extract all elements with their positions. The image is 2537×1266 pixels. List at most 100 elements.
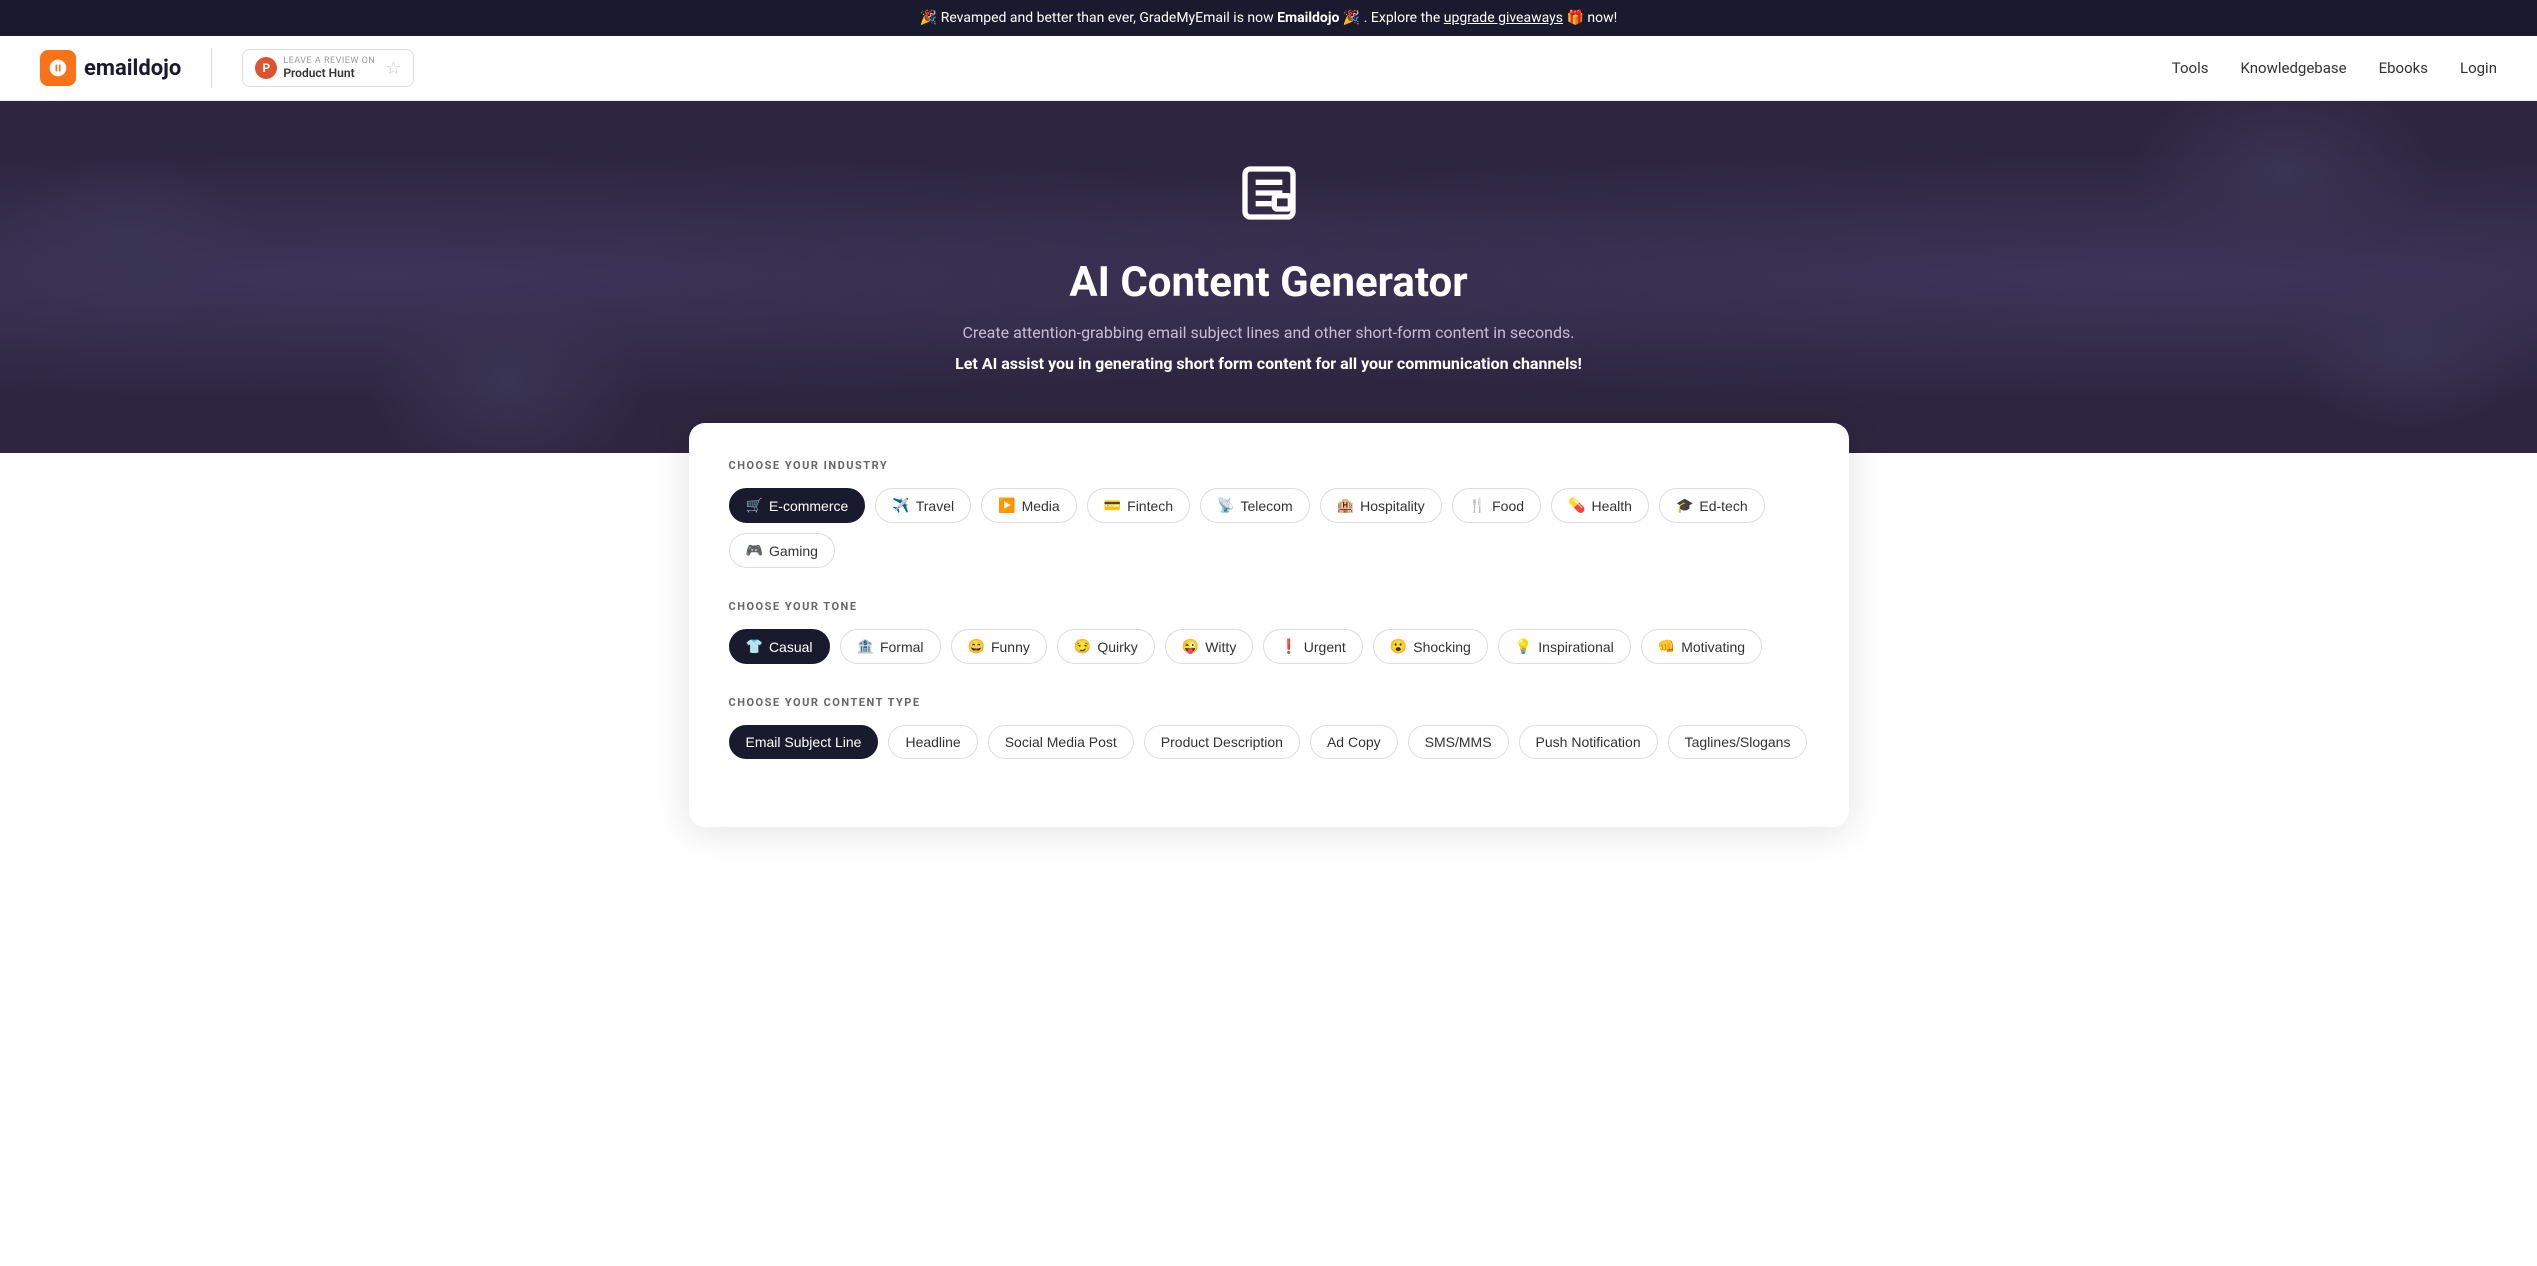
content-type-pills: Email Subject Line Headline Social Media P…: [729, 725, 1809, 759]
header-divider: [211, 48, 212, 88]
tone-pill-funny[interactable]: 😄 Funny: [951, 629, 1047, 664]
hero-section: AI Content Generator Create attention-gr…: [0, 101, 2537, 453]
nav-tools[interactable]: Tools: [2172, 59, 2209, 77]
tone-pill-formal[interactable]: 🏦 Formal: [840, 629, 941, 664]
industry-pill-edtech[interactable]: 🎓 Ed-tech: [1659, 488, 1765, 523]
pill-label-gaming: Gaming: [769, 543, 818, 559]
logo-icon: [40, 50, 76, 86]
pill-icon-formal: 🏦: [857, 638, 874, 655]
pill-label-health: Health: [1591, 498, 1631, 514]
pill-label-funny: Funny: [991, 639, 1030, 655]
pill-icon-inspirational: 💡: [1515, 638, 1532, 655]
pill-icon-food: 🍴: [1469, 497, 1486, 514]
announcement-bar: 🎉 Revamped and better than ever, GradeMy…: [0, 0, 2537, 36]
pill-icon-telecom: 📡: [1217, 497, 1234, 514]
pill-label-witty: Witty: [1205, 639, 1236, 655]
nav-login[interactable]: Login: [2460, 59, 2497, 77]
announcement-text: 🎉 Revamped and better than ever, GradeMy…: [920, 10, 1617, 26]
pill-label-headline: Headline: [905, 734, 960, 750]
industry-pill-health[interactable]: 💊 Health: [1551, 488, 1649, 523]
pill-icon-media: ▶️: [998, 497, 1015, 514]
pill-icon-health: 💊: [1568, 497, 1585, 514]
content-type-pill-headline[interactable]: Headline: [888, 725, 977, 759]
industry-pill-telecom[interactable]: 📡 Telecom: [1200, 488, 1310, 523]
nav-ebooks[interactable]: Ebooks: [2379, 59, 2428, 77]
logo-text: emaildojo: [84, 56, 181, 81]
pill-label-ecommerce: E-commerce: [769, 498, 848, 514]
pill-label-telecom: Telecom: [1241, 498, 1293, 514]
pill-icon-motivating: 👊: [1658, 638, 1675, 655]
main-card: CHOOSE YOUR INDUSTRY 🛒E-commerce✈️Travel…: [689, 423, 1849, 827]
industry-pill-gaming[interactable]: 🎮 Gaming: [729, 533, 835, 568]
industry-pill-media[interactable]: ▶️ Media: [981, 488, 1077, 523]
content-type-pill-ad_copy[interactable]: Ad Copy: [1310, 725, 1398, 759]
pill-label-product_desc: Product Description: [1161, 734, 1283, 750]
industry-pill-hospitality[interactable]: 🏨Hospitality: [1320, 488, 1442, 523]
pill-label-shocking: Shocking: [1413, 639, 1471, 655]
pill-label-media: Media: [1022, 498, 1060, 514]
pill-label-edtech: Ed-tech: [1699, 498, 1747, 514]
pill-label-sms: SMS/MMS: [1425, 734, 1492, 750]
pill-icon-witty: 😜: [1182, 638, 1199, 655]
industry-pill-ecommerce[interactable]: 🛒 E-commerce: [729, 488, 866, 523]
industry-pill-travel[interactable]: ✈️Travel: [875, 488, 971, 523]
pill-label-social_media: Social Media Post: [1005, 734, 1117, 750]
content-type-pill-sms[interactable]: SMS/MMS: [1408, 725, 1509, 759]
content-type-pill-taglines[interactable]: Taglines/Slogans: [1668, 725, 1808, 759]
pill-icon-shocking: 😮: [1390, 638, 1407, 655]
pill-icon-urgent: ❗: [1280, 638, 1297, 655]
industry-pills: 🛒 E-commerce ✈️Travel ▶️ Media 💳 Fintech 📡 Telec…: [729, 488, 1809, 568]
pill-label-email_subject: Email Subject Line: [746, 734, 862, 750]
pill-label-formal: Formal: [880, 639, 924, 655]
content-type-pill-email_subject[interactable]: Email Subject Line: [729, 725, 879, 759]
content-type-section: CHOOSE YOUR CONTENT TYPE Email Subject L…: [729, 696, 1809, 759]
logo-area: emaildojo: [40, 50, 181, 86]
content-type-pill-push_notif[interactable]: Push Notification: [1519, 725, 1658, 759]
content-type-label: CHOOSE YOUR CONTENT TYPE: [729, 696, 1809, 709]
tone-pill-quirky[interactable]: 😏 Quirky: [1057, 629, 1155, 664]
pill-icon-casual: 👕: [746, 638, 763, 655]
pill-label-casual: Casual: [769, 639, 813, 655]
tone-pill-witty[interactable]: 😜 Witty: [1165, 629, 1254, 664]
hero-subtitle: Create attention-grabbing email subject …: [20, 323, 2517, 342]
pill-label-motivating: Motivating: [1681, 639, 1745, 655]
pill-icon-quirky: 😏: [1074, 638, 1091, 655]
pill-label-ad_copy: Ad Copy: [1327, 734, 1381, 750]
nav-knowledgebase[interactable]: Knowledgebase: [2241, 59, 2347, 77]
pill-icon-gaming: 🎮: [746, 542, 763, 559]
pill-label-push_notif: Push Notification: [1536, 734, 1641, 750]
industry-pill-food[interactable]: 🍴 Food: [1452, 488, 1541, 523]
pill-icon-funny: 😄: [968, 638, 985, 655]
star-icon: ☆: [385, 58, 401, 79]
product-hunt-text: LEAVE A REVIEW ON Product Hunt: [283, 56, 375, 80]
industry-pill-fintech[interactable]: 💳 Fintech: [1087, 488, 1190, 523]
pill-icon-edtech: 🎓: [1676, 497, 1693, 514]
tone-label: CHOOSE YOUR TONE: [729, 600, 1809, 613]
pill-label-taglines: Taglines/Slogans: [1685, 734, 1791, 750]
content-type-pill-social_media[interactable]: Social Media Post: [988, 725, 1134, 759]
pill-label-fintech: Fintech: [1127, 498, 1173, 514]
pill-icon-travel: ✈️: [892, 497, 909, 514]
content-type-pill-product_desc[interactable]: Product Description: [1144, 725, 1300, 759]
pill-icon-ecommerce: 🛒: [746, 497, 763, 514]
header: emaildojo P LEAVE A REVIEW ON Product Hu…: [0, 36, 2537, 101]
pill-label-quirky: Quirky: [1097, 639, 1137, 655]
tone-pill-inspirational[interactable]: 💡 Inspirational: [1498, 629, 1631, 664]
tone-pill-urgent[interactable]: ❗ Urgent: [1263, 629, 1362, 664]
pill-label-inspirational: Inspirational: [1538, 639, 1614, 655]
hero-icon: [20, 161, 2517, 238]
pill-label-hospitality: Hospitality: [1360, 498, 1425, 514]
hero-title: AI Content Generator: [20, 258, 2517, 307]
product-hunt-badge[interactable]: P LEAVE A REVIEW ON Product Hunt ☆: [242, 49, 414, 87]
tone-pill-motivating[interactable]: 👊 Motivating: [1641, 629, 1762, 664]
pill-label-food: Food: [1492, 498, 1524, 514]
tone-pill-casual[interactable]: 👕 Casual: [729, 629, 830, 664]
tone-pill-shocking[interactable]: 😮 Shocking: [1373, 629, 1488, 664]
nav-links: Tools Knowledgebase Ebooks Login: [2172, 59, 2497, 77]
pill-icon-fintech: 💳: [1104, 497, 1121, 514]
upgrade-giveaways-link[interactable]: upgrade giveaways: [1444, 10, 1563, 26]
pill-label-urgent: Urgent: [1304, 639, 1346, 655]
industry-section: CHOOSE YOUR INDUSTRY 🛒E-commerce✈️Travel…: [729, 459, 1809, 568]
product-hunt-icon: P: [255, 57, 277, 79]
tone-pills: 👕 Casual 🏦 Formal 😄 Funny 😏 Quirky 😜 Witty ❗ Urgent…: [729, 629, 1809, 664]
